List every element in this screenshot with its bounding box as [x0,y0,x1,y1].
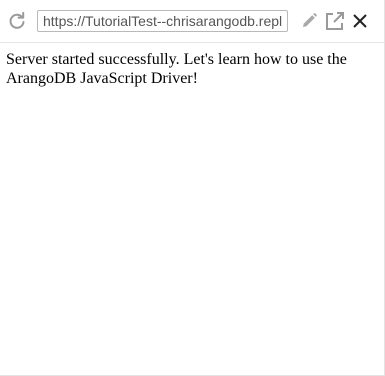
external-link-icon[interactable] [324,10,346,32]
webview-toolbar [0,0,384,43]
reload-icon[interactable] [7,11,27,31]
pencil-icon[interactable] [300,12,318,30]
close-icon[interactable] [351,12,369,30]
url-field[interactable] [37,10,288,32]
webview-pane: Server started successfully. Let's learn… [0,0,385,376]
page-message: Server started successfully. Let's learn… [6,51,347,87]
